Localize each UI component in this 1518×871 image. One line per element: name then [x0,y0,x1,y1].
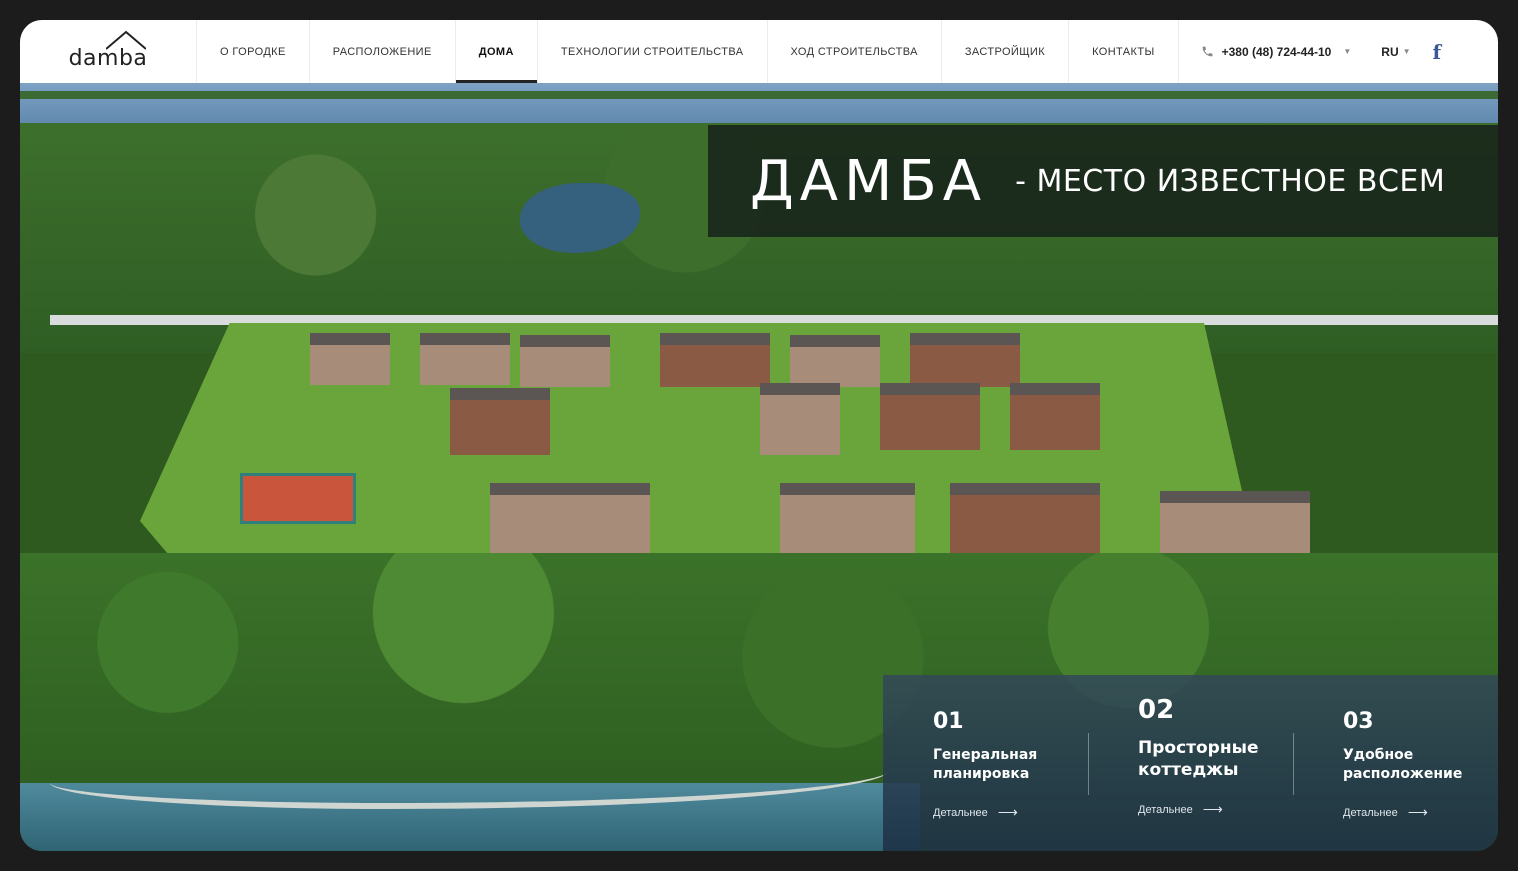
logo[interactable]: damba [20,20,197,83]
arrow-right-icon: ⟶ [1202,801,1223,817]
nav-item-progress[interactable]: ХОД СТРОИТЕЛЬСТВА [768,20,942,83]
details-link[interactable]: Детальнее ⟶ [933,804,1070,821]
feature-number: 01 [933,709,964,734]
arrow-right-icon: ⟶ [997,804,1018,820]
details-link[interactable]: Детальнее ⟶ [1343,804,1480,821]
feature-card[interactable]: 02 Просторные коттеджы Детальнее ⟶ [1088,675,1293,851]
feature-card[interactable]: 01 Генеральная планировка Детальнее ⟶ [883,675,1088,851]
tennis-court [240,473,356,524]
cottage [790,335,880,387]
cottage [880,383,980,450]
river [20,83,1498,127]
hero-headline: ДАМБА - МЕСТО ИЗВЕСТНОЕ ВСЕМ [708,125,1498,237]
site-header: damba О ГОРОДКЕ РАСПОЛОЖЕНИЕ ДОМА ТЕХНОЛ… [20,20,1498,84]
browser-frame: damba О ГОРОДКЕ РАСПОЛОЖЕНИЕ ДОМА ТЕХНОЛ… [20,20,1498,851]
feature-title: Генеральная планировка [933,747,1038,782]
nav-item-tech[interactable]: ТЕХНОЛОГИИ СТРОИТЕЛЬСТВА [538,20,768,83]
arrow-right-icon: ⟶ [1407,804,1428,820]
feature-title: Просторные коттеджы [1138,738,1259,780]
nav-item-location[interactable]: РАСПОЛОЖЕНИЕ [310,20,456,83]
caret-down-icon: ▼ [1343,47,1352,56]
caret-down-icon: ▼ [1402,47,1411,56]
details-label: Детальнее [933,806,988,819]
hero-brand: ДАМБА [750,148,988,214]
cottage [520,335,610,387]
cottage [450,388,550,455]
details-label: Детальнее [1343,806,1398,819]
hero-tagline: - МЕСТО ИЗВЕСТНОЕ ВСЕМ [1015,163,1446,199]
cottage [760,383,840,455]
roof-icon [106,30,146,50]
nav-item-about[interactable]: О ГОРОДКЕ [197,20,310,83]
nav-item-houses[interactable]: ДОМА [456,20,538,83]
feature-title: Удобное расположение [1343,747,1463,782]
cottage [310,333,390,385]
cottage [660,333,770,387]
details-link[interactable]: Детальнее ⟶ [1138,801,1275,818]
feature-card[interactable]: 03 Удобное расположение Детальнее ⟶ [1293,675,1498,851]
cottage [1010,383,1100,450]
nav-item-developer[interactable]: ЗАСТРОЙЩИК [942,20,1070,83]
details-label: Детальнее [1138,803,1193,816]
cottage [420,333,510,385]
facebook-icon[interactable]: f [1419,20,1456,83]
language-dropdown[interactable]: RU ▼ [1373,20,1418,83]
phone-number: +380 (48) 724-44-10 [1221,44,1332,59]
phone-dropdown[interactable]: +380 (48) 724-44-10 ▼ [1179,20,1374,83]
feature-number: 02 [1138,695,1175,725]
main-nav: О ГОРОДКЕ РАСПОЛОЖЕНИЕ ДОМА ТЕХНОЛОГИИ С… [197,20,1179,83]
nav-item-contacts[interactable]: КОНТАКТЫ [1069,20,1179,83]
cottage [910,333,1020,387]
phone-icon [1202,46,1212,57]
feature-number: 03 [1343,709,1374,734]
far-shore [20,91,1498,99]
language-label: RU [1381,44,1399,59]
feature-panel: 01 Генеральная планировка Детальнее ⟶ 02… [883,675,1498,851]
